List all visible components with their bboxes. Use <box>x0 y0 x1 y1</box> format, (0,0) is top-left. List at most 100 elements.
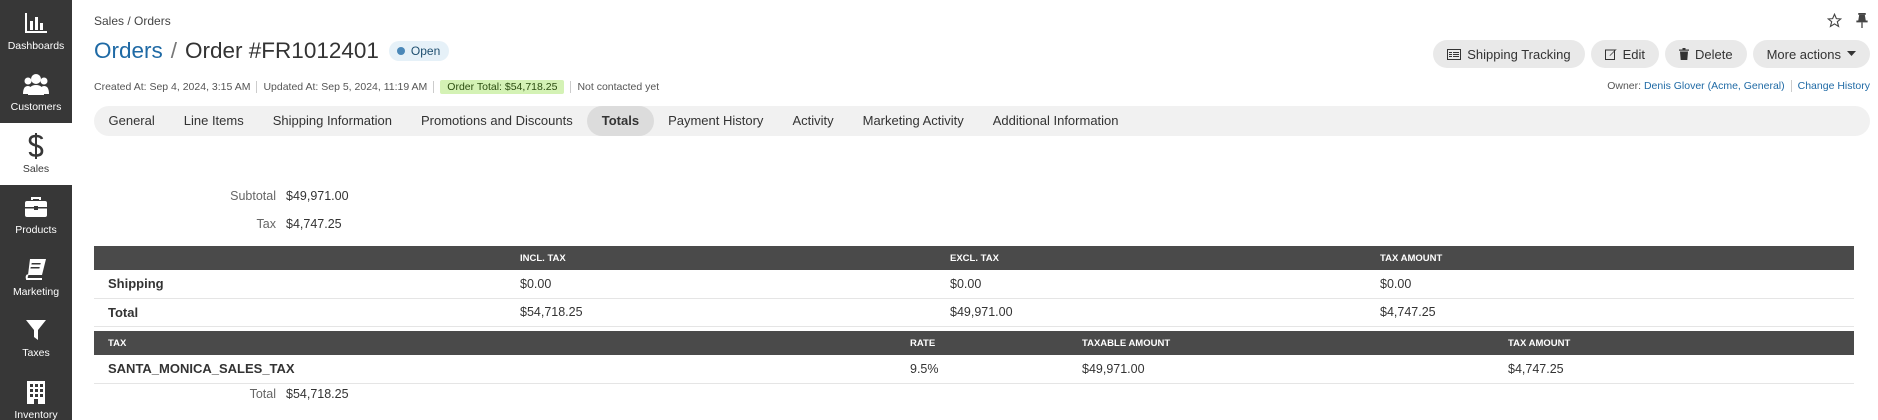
table-cell: $4,747.25 <box>1366 298 1854 327</box>
owner-label: Owner: <box>1607 80 1642 92</box>
subtotal-value: $49,971.00 <box>286 189 349 203</box>
main-content: Sales / Orders Orders / Order #FR1012401… <box>72 0 1878 420</box>
subtotal-row: Subtotal $49,971.00 <box>94 189 349 203</box>
sidebar-item-products[interactable]: Products <box>0 185 72 247</box>
bar-chart-icon <box>23 10 49 36</box>
sidebar-item-taxes[interactable]: Taxes <box>0 308 72 370</box>
title-separator: / <box>170 38 178 63</box>
sidebar-item-inventory[interactable]: Inventory <box>0 369 72 420</box>
tab-totals[interactable]: Totals <box>587 106 654 136</box>
table-row: Total $54,718.25 $49,971.00 $4,747.25 <box>94 298 1854 327</box>
delete-label: Delete <box>1695 46 1733 62</box>
edit-button[interactable]: Edit <box>1590 40 1659 68</box>
status-dot-icon <box>396 47 405 55</box>
pencil-icon <box>1604 48 1617 60</box>
tab-promotions-and-discounts[interactable]: Promotions and Discounts <box>406 106 587 136</box>
divider <box>256 81 258 93</box>
tab-general[interactable]: General <box>94 106 169 136</box>
sidebar-item-label: Customers <box>10 101 62 114</box>
sidebar-item-label: Sales <box>22 162 50 175</box>
book-icon <box>23 256 49 282</box>
building-icon <box>23 379 49 405</box>
tab-marketing-activity[interactable]: Marketing Activity <box>848 106 978 136</box>
caret-down-icon <box>1847 51 1856 57</box>
page-toolbar <box>1826 12 1870 28</box>
shipping-totals-table: INCL. TAX EXCL. TAX TAX AMOUNT Shipping … <box>94 246 1854 327</box>
order-title: Order #FR1012401 <box>185 38 379 63</box>
orders-link[interactable]: Orders <box>94 38 163 64</box>
tax-label: Tax <box>256 217 276 231</box>
column-header: TAX <box>94 331 896 355</box>
trash-icon <box>1679 48 1689 60</box>
tax-breakdown-table: TAX RATE TAXABLE AMOUNT TAX AMOUNT SANTA… <box>94 331 1854 384</box>
created-at: Created At: Sep 4, 2024, 3:15 AM <box>94 81 251 93</box>
table-row: Shipping $0.00 $0.00 $0.00 <box>94 270 1854 299</box>
total-label: Total <box>249 387 276 401</box>
sidebar-item-label: Taxes <box>22 347 50 360</box>
tab-payment-history[interactable]: Payment History <box>654 106 778 136</box>
sidebar-item-label: Inventory <box>14 408 58 420</box>
owner-link[interactable]: Denis Glover <box>1644 80 1705 92</box>
change-history-link[interactable]: Change History <box>1798 80 1870 92</box>
tax-row: Tax $4,747.25 <box>94 217 342 231</box>
sidebar-item-label: Dashboards <box>7 39 65 52</box>
column-header: EXCL. TAX <box>936 246 1366 270</box>
breadcrumb: Sales / Orders <box>94 14 171 28</box>
main-sidebar: Dashboards Customers Sales Products Mark… <box>0 0 72 420</box>
table-cell: 9.5% <box>896 355 1068 384</box>
table-cell: $0.00 <box>506 270 936 299</box>
shipping-tracking-label: Shipping Tracking <box>1467 46 1571 62</box>
column-header <box>94 246 506 270</box>
more-actions-label: More actions <box>1766 46 1841 62</box>
briefcase-icon <box>23 194 49 220</box>
status-badge: Open <box>388 41 450 61</box>
sidebar-item-label: Products <box>15 224 57 237</box>
sidebar-item-customers[interactable]: Customers <box>0 62 72 124</box>
table-header-row: INCL. TAX EXCL. TAX TAX AMOUNT <box>94 246 1854 270</box>
sidebar-item-sales[interactable]: Sales <box>0 123 72 185</box>
table-row: SANTA_MONICA_SALES_TAX 9.5% $49,971.00 $… <box>94 355 1854 384</box>
updated-at: Updated At: Sep 5, 2024, 11:19 AM <box>263 81 428 93</box>
contact-status: Not contacted yet <box>577 81 660 93</box>
sidebar-item-label: Marketing <box>12 285 60 298</box>
table-cell: $49,971.00 <box>936 298 1366 327</box>
tab-additional-information[interactable]: Additional Information <box>978 106 1133 136</box>
total-value: $54,718.25 <box>286 387 349 401</box>
table-cell: $0.00 <box>1366 270 1854 299</box>
subtotal-label: Subtotal <box>230 189 276 203</box>
owner-info: Owner: Denis Glover (Acme, General) Chan… <box>1607 80 1870 92</box>
tab-activity[interactable]: Activity <box>778 106 848 136</box>
divider <box>433 81 435 93</box>
delete-button[interactable]: Delete <box>1665 40 1747 68</box>
row-label: Shipping <box>94 270 506 299</box>
order-meta: Created At: Sep 4, 2024, 3:15 AM Updated… <box>94 80 659 94</box>
column-header: RATE <box>896 331 1068 355</box>
page-title: Orders / Order #FR1012401 Open <box>94 38 450 64</box>
dollar-icon <box>23 132 49 159</box>
tab-shipping-information[interactable]: Shipping Information <box>258 106 406 136</box>
row-label: SANTA_MONICA_SALES_TAX <box>94 355 896 384</box>
table-cell: $4,747.25 <box>1494 355 1854 384</box>
column-header: INCL. TAX <box>506 246 936 270</box>
star-icon[interactable] <box>1826 12 1842 28</box>
action-buttons: Shipping Tracking Edit Delete More actio… <box>1433 40 1870 68</box>
column-header: TAXABLE AMOUNT <box>1068 331 1494 355</box>
filter-icon <box>23 317 49 343</box>
more-actions-button[interactable]: More actions <box>1752 40 1870 68</box>
row-label: Total <box>94 298 506 327</box>
divider <box>570 81 572 93</box>
column-header: TAX AMOUNT <box>1494 331 1854 355</box>
users-icon <box>23 71 49 97</box>
pin-icon[interactable] <box>1854 12 1870 28</box>
table-cell: $0.00 <box>936 270 1366 299</box>
table-cell: $49,971.00 <box>1068 355 1494 384</box>
sidebar-item-dashboards[interactable]: Dashboards <box>0 0 72 62</box>
sidebar-item-marketing[interactable]: Marketing <box>0 246 72 308</box>
grand-total-row: Total $54,718.25 <box>94 387 349 401</box>
tab-line-items[interactable]: Line Items <box>169 106 258 136</box>
tab-bar: General Line Items Shipping Information … <box>94 106 1870 136</box>
shipping-tracking-button[interactable]: Shipping Tracking <box>1433 40 1585 68</box>
edit-label: Edit <box>1622 46 1645 62</box>
table-cell: $54,718.25 <box>506 298 936 327</box>
owner-org-link[interactable]: (Acme, General) <box>1708 80 1785 92</box>
